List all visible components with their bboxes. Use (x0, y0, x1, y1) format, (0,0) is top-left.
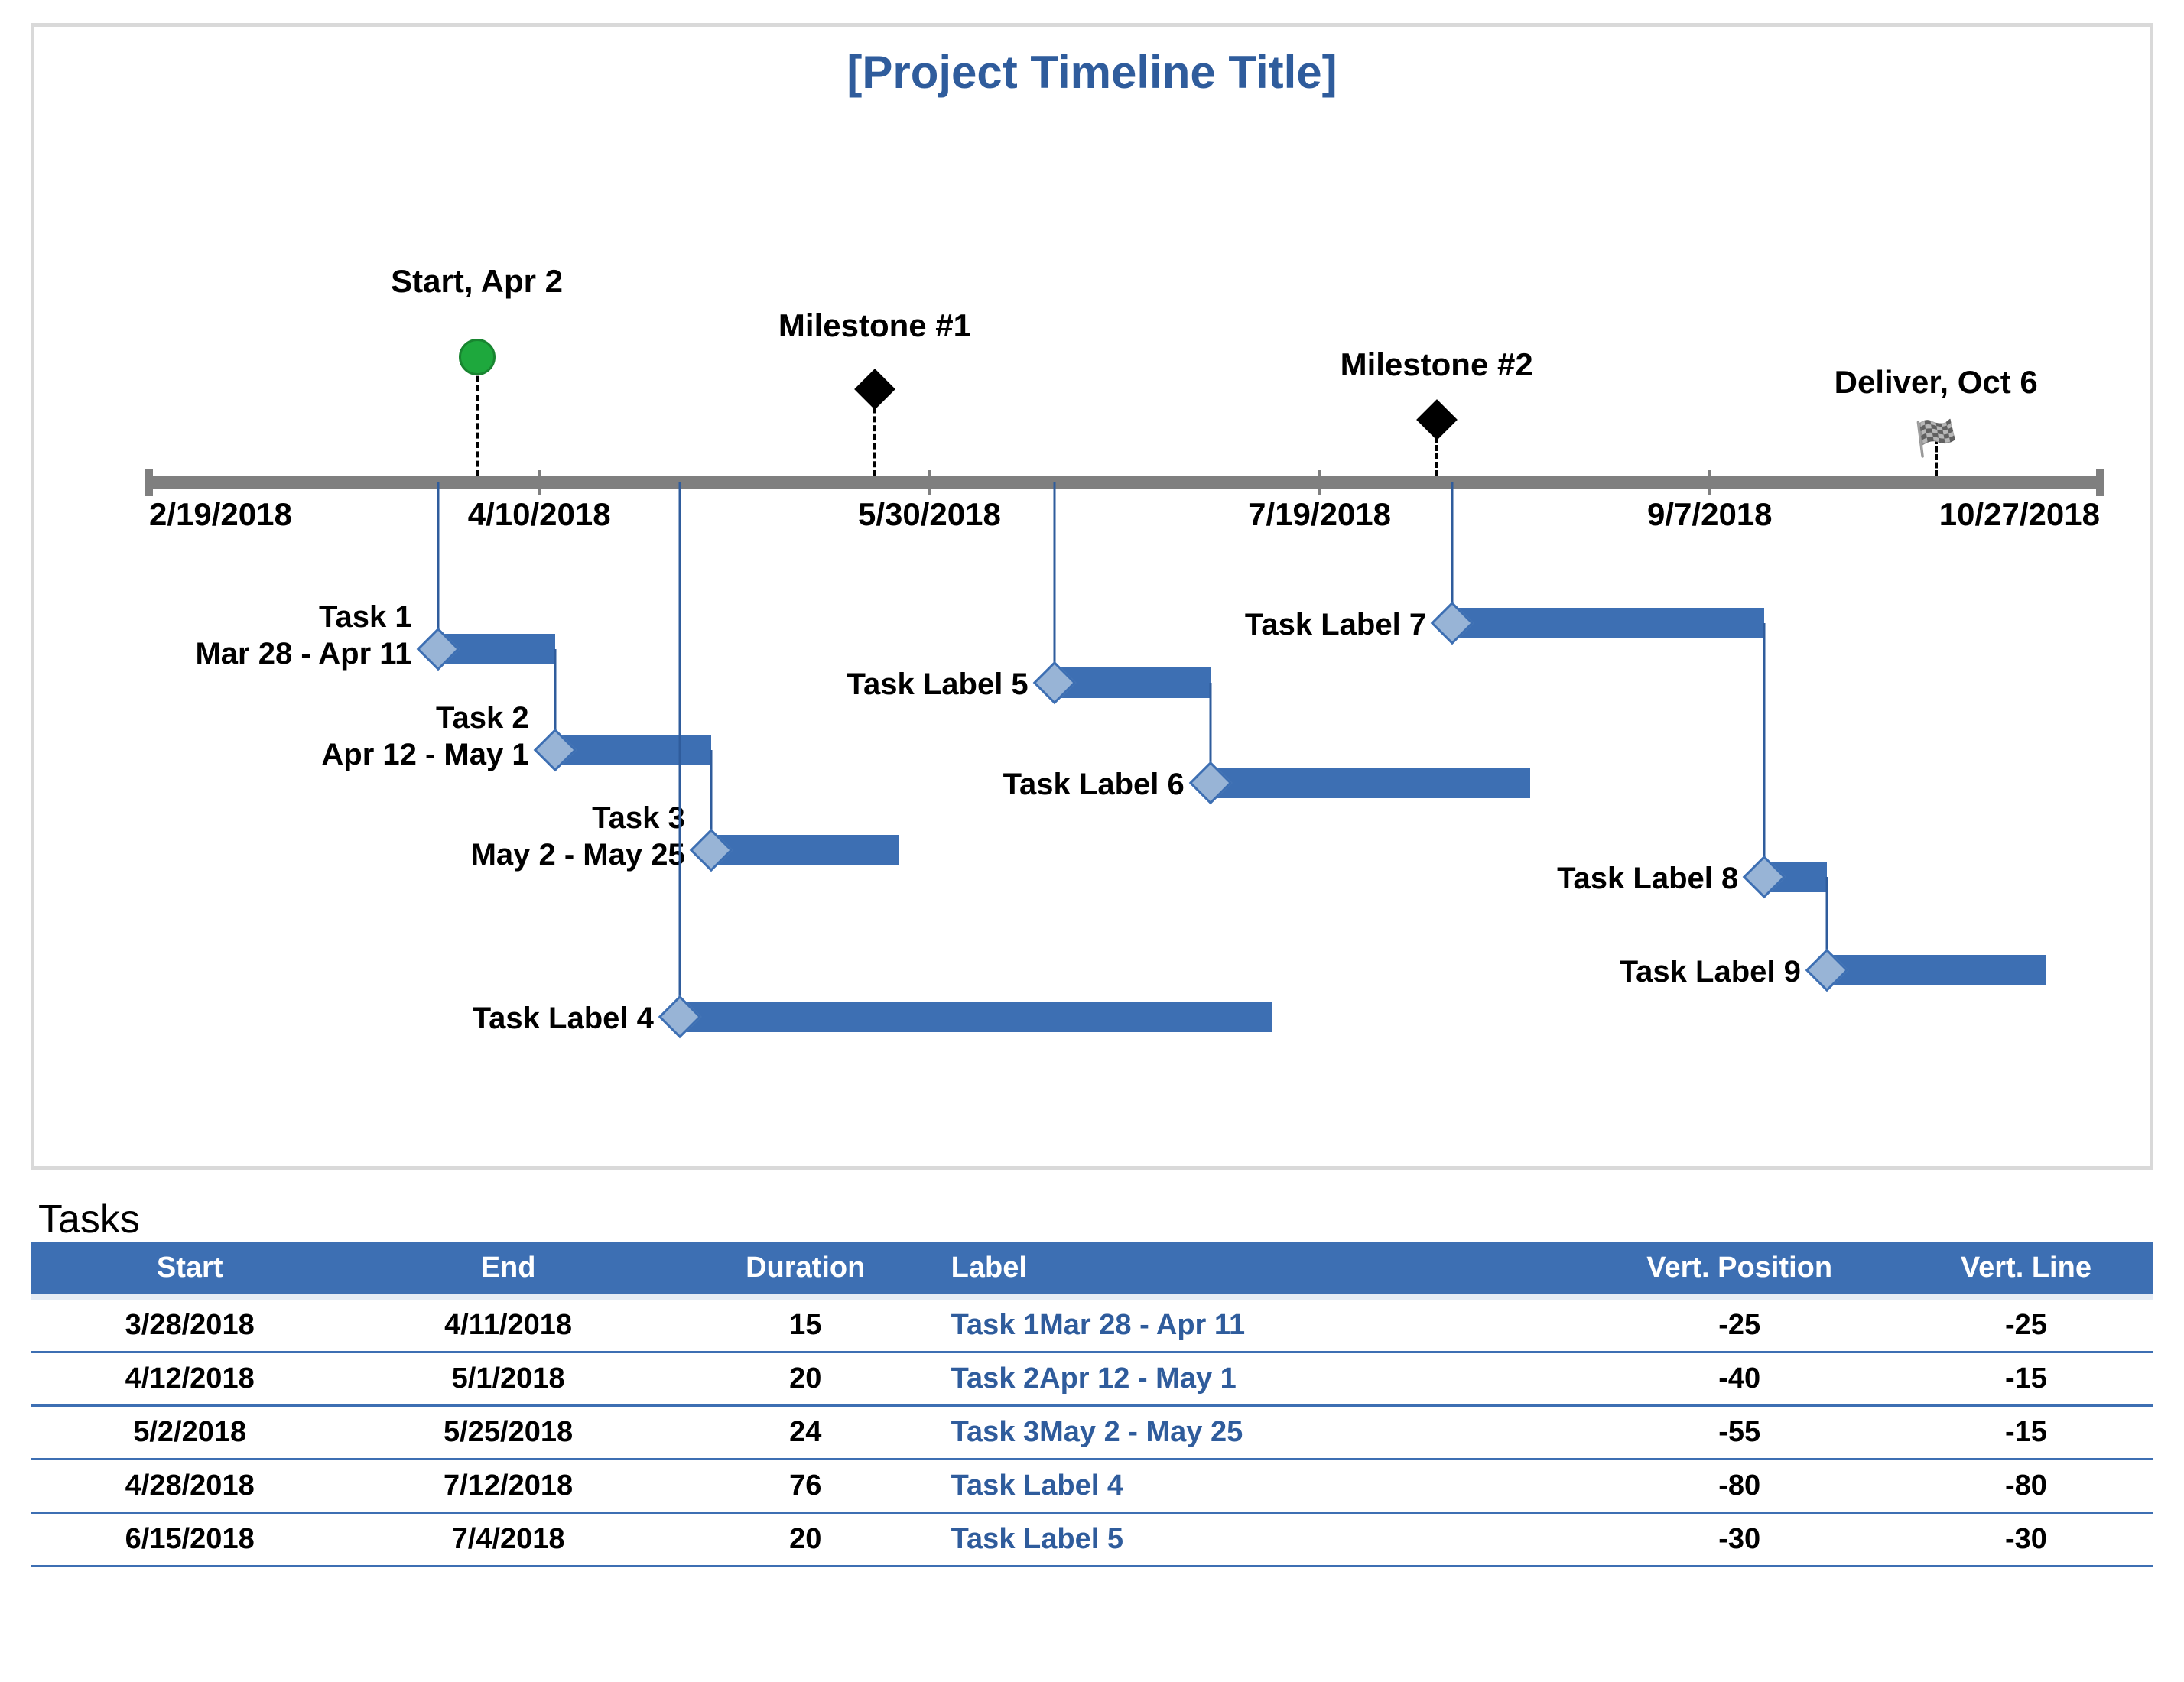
cell-vp: -25 (1580, 1300, 1898, 1352)
cell-start: 5/2/2018 (31, 1406, 349, 1460)
flag-icon: 🏁 (1914, 420, 1958, 456)
task-bar (711, 835, 899, 865)
cell-start: 4/12/2018 (31, 1352, 349, 1406)
diamond-icon (1416, 399, 1458, 440)
axis-tick-label: 10/27/2018 (1939, 496, 2100, 533)
col-vl: Vert. Line (1899, 1242, 2153, 1294)
task-bar (1055, 667, 1211, 698)
cell-dur: 20 (668, 1513, 944, 1567)
cell-vp: -55 (1580, 1406, 1898, 1460)
diamond-icon (854, 369, 895, 410)
axis-tick (1318, 470, 1321, 495)
cell-end: 7/12/2018 (349, 1460, 667, 1513)
cell-end: 4/11/2018 (349, 1300, 667, 1352)
axis-tick (928, 470, 931, 495)
timeline-chart: [Project Timeline Title] 2/19/2018 4/10/2… (31, 23, 2153, 1170)
col-start: Start (31, 1242, 349, 1294)
task-bar (1827, 955, 2046, 985)
task-label: Task Label 4 (473, 1000, 654, 1037)
cell-label: Task Label 4 (944, 1460, 1581, 1513)
cell-vp: -40 (1580, 1352, 1898, 1406)
task-leader (437, 482, 439, 650)
cell-end: 5/25/2018 (349, 1406, 667, 1460)
task-label: Task Label 9 (1620, 953, 1801, 990)
milestone-label: Milestone #1 (778, 307, 971, 344)
chart-plot-area: 2/19/2018 4/10/2018 5/30/2018 7/19/2018 9/7/… (149, 107, 2100, 1135)
tasks-table: Start End Duration Label Vert. Position … (31, 1242, 2153, 1567)
cell-vl: -15 (1899, 1352, 2153, 1406)
axis-tick (538, 470, 541, 495)
axis-tick-label: 7/19/2018 (1248, 496, 1391, 533)
cell-vp: -30 (1580, 1513, 1898, 1567)
chart-title: [Project Timeline Title] (46, 46, 2138, 99)
table-row: 4/28/2018 7/12/2018 76 Task Label 4 -80 … (31, 1460, 2153, 1513)
task-label: Task Label 5 (847, 666, 1029, 703)
tasks-heading: Tasks (38, 1197, 2153, 1242)
task-label: Task 3 May 2 - May 25 (471, 800, 685, 873)
task-label: Task Label 8 (1557, 860, 1738, 897)
cell-end: 7/4/2018 (349, 1513, 667, 1567)
cell-label: Task 1Mar 28 - Apr 11 (944, 1300, 1581, 1352)
milestone-label: Start, Apr 2 (391, 263, 563, 300)
axis-tick (148, 470, 151, 495)
circle-icon (459, 339, 496, 375)
milestone-label: Deliver, Oct 6 (1835, 364, 2038, 401)
col-duration: Duration (668, 1242, 944, 1294)
task-bar (555, 735, 711, 765)
cell-vl: -30 (1899, 1513, 2153, 1567)
table-row: 3/28/2018 4/11/2018 15 Task 1Mar 28 - Ap… (31, 1300, 2153, 1352)
task-leader (678, 482, 681, 1017)
task-bar (680, 1002, 1273, 1032)
cell-dur: 24 (668, 1406, 944, 1460)
table-row: 5/2/2018 5/25/2018 24 Task 3May 2 - May … (31, 1406, 2153, 1460)
axis-tick-label: 2/19/2018 (149, 496, 292, 533)
table-row: 6/15/2018 7/4/2018 20 Task Label 5 -30 -… (31, 1513, 2153, 1567)
task-leader (1053, 482, 1055, 683)
col-end: End (349, 1242, 667, 1294)
cell-dur: 76 (668, 1460, 944, 1513)
cell-vl: -15 (1899, 1406, 2153, 1460)
cell-end: 5/1/2018 (349, 1352, 667, 1406)
cell-label: Task 2Apr 12 - May 1 (944, 1352, 1581, 1406)
task-label: Task 2 Apr 12 - May 1 (321, 700, 528, 773)
axis-tick-label: 5/30/2018 (858, 496, 1001, 533)
cell-dur: 15 (668, 1300, 944, 1352)
table-row: 4/12/2018 5/1/2018 20 Task 2Apr 12 - May… (31, 1352, 2153, 1406)
axis-tick (1708, 470, 1711, 495)
task-label: Task Label 6 (1003, 766, 1185, 803)
cell-label: Task 3May 2 - May 25 (944, 1406, 1581, 1460)
axis-tick (2098, 470, 2101, 495)
axis-tick-label: 4/10/2018 (468, 496, 611, 533)
cell-vl: -80 (1899, 1460, 2153, 1513)
cell-label: Task Label 5 (944, 1513, 1581, 1567)
x-axis (149, 476, 2100, 489)
cell-vl: -25 (1899, 1300, 2153, 1352)
cell-start: 3/28/2018 (31, 1300, 349, 1352)
task-bar (1211, 768, 1530, 798)
task-label: Task 1 Mar 28 - Apr 11 (195, 599, 411, 672)
task-leader (1763, 623, 1766, 877)
task-bar (1452, 608, 1764, 638)
cell-start: 6/15/2018 (31, 1513, 349, 1567)
task-label: Task Label 7 (1245, 606, 1426, 643)
axis-tick-label: 9/7/2018 (1647, 496, 1773, 533)
milestone-label: Milestone #2 (1341, 346, 1533, 383)
col-vp: Vert. Position (1580, 1242, 1898, 1294)
cell-start: 4/28/2018 (31, 1460, 349, 1513)
cell-vp: -80 (1580, 1460, 1898, 1513)
tasks-table-header: Start End Duration Label Vert. Position … (31, 1242, 2153, 1294)
col-label: Label (944, 1242, 1581, 1294)
cell-dur: 20 (668, 1352, 944, 1406)
